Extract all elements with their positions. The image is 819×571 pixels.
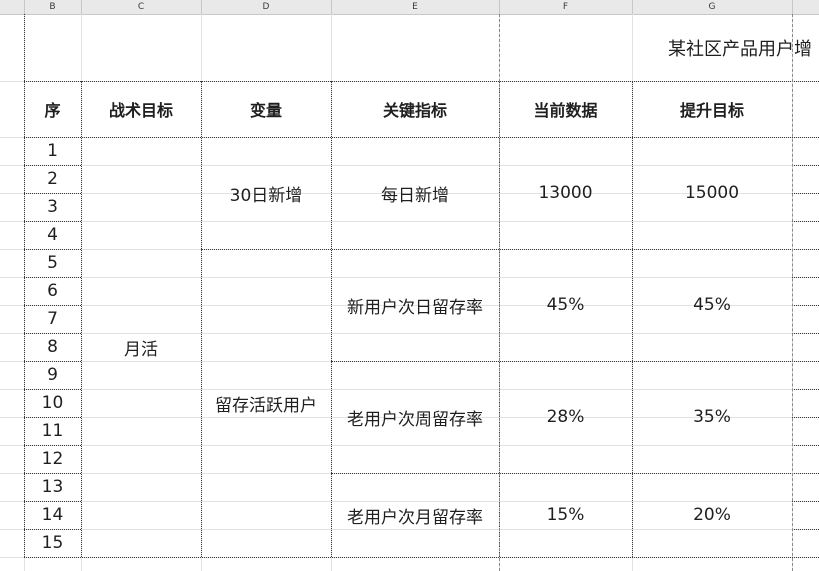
row-index: 4 — [47, 225, 58, 245]
metric-cell: 每日新增 — [381, 185, 449, 206]
row-index: 13 — [41, 477, 64, 497]
current-value-cell: 15% — [546, 505, 585, 525]
page-break-line — [792, 14, 793, 571]
row-index: 10 — [41, 393, 64, 413]
header-index: 序 — [44, 101, 61, 120]
row-index: 14 — [41, 505, 64, 525]
metric-cell: 老用户次周留存率 — [347, 409, 483, 430]
target-value-cell: 35% — [693, 407, 731, 427]
row-index: 7 — [47, 309, 58, 329]
tactical-goal-cell: 月活 — [124, 339, 158, 360]
current-value-cell: 13000 — [538, 183, 593, 203]
target-value-cell: 20% — [693, 505, 731, 525]
row-index: 15 — [41, 533, 64, 553]
row-index: 12 — [41, 449, 64, 469]
row-index: 9 — [47, 365, 58, 385]
row-index: 5 — [47, 253, 58, 273]
row-index: 11 — [41, 421, 64, 441]
row-index: 1 — [47, 141, 58, 161]
row-index: 2 — [47, 169, 58, 189]
current-value-cell: 45% — [546, 295, 585, 315]
metric-cell: 新用户次日留存率 — [347, 297, 483, 318]
variable-cell: 留存活跃用户 — [215, 395, 317, 416]
page-break-line — [499, 14, 500, 571]
header-current-data: 当前数据 — [533, 101, 598, 120]
sheet-title: 某社区产品用户增 — [668, 38, 812, 60]
column-header-g[interactable]: G — [632, 0, 793, 14]
row-index: 8 — [47, 337, 58, 357]
column-header-e[interactable]: E — [331, 0, 500, 14]
header-key-metric: 关键指标 — [382, 101, 447, 120]
column-header-c[interactable]: C — [81, 0, 202, 14]
header-tactical-goal: 战术目标 — [108, 101, 173, 120]
select-all-corner[interactable] — [0, 0, 25, 14]
column-header-d[interactable]: D — [201, 0, 332, 14]
column-header-b[interactable]: B — [24, 0, 82, 14]
target-value-cell: 45% — [693, 295, 731, 315]
row-index: 3 — [47, 197, 58, 217]
column-header-h[interactable] — [792, 0, 819, 14]
header-target: 提升目标 — [679, 101, 744, 120]
current-value-cell: 28% — [546, 407, 585, 427]
header-variable: 变量 — [249, 101, 282, 120]
variable-cell: 30日新增 — [229, 185, 303, 206]
row-index: 6 — [47, 281, 58, 301]
column-header-f[interactable]: F — [499, 0, 633, 14]
metric-cell: 老用户次月留存率 — [347, 507, 483, 528]
column-header-bar: B C D E F G — [0, 0, 819, 15]
target-value-cell: 15000 — [684, 183, 740, 203]
